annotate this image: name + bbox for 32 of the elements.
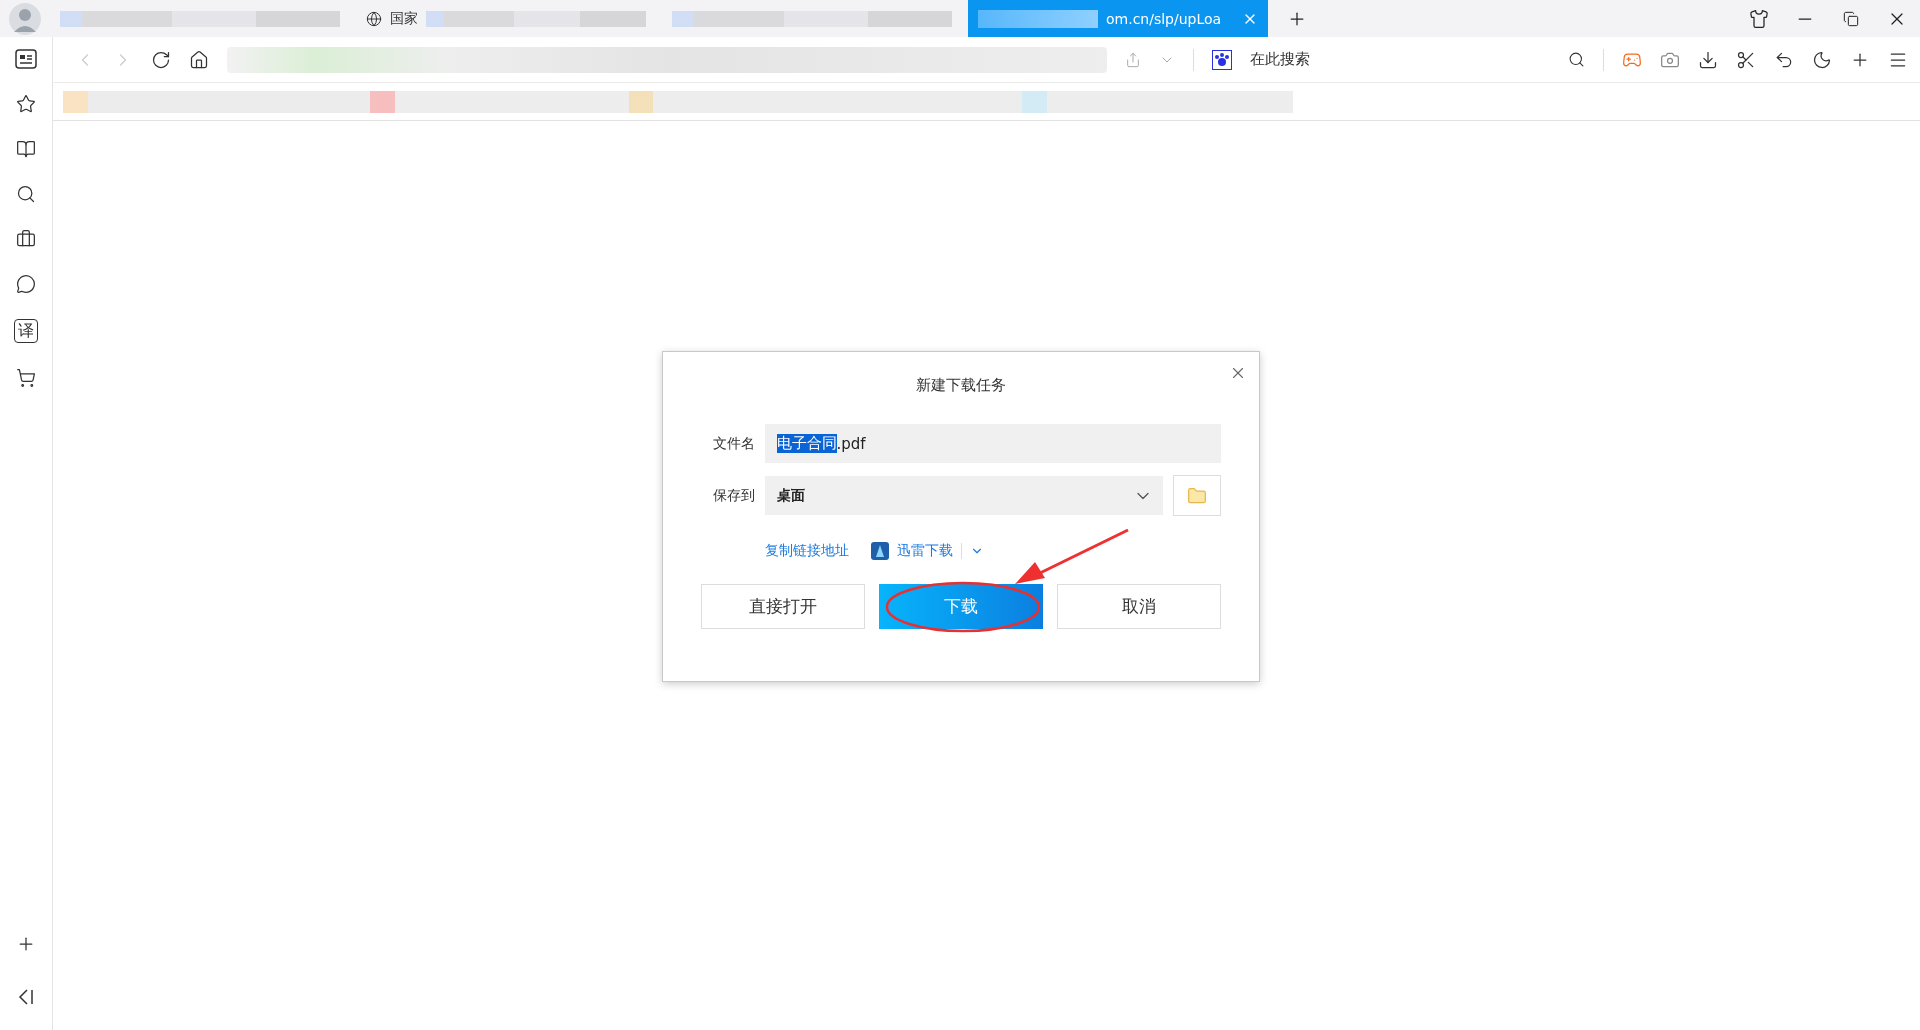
moon-icon[interactable]	[1812, 49, 1832, 70]
folder-icon	[1186, 485, 1207, 506]
location-select[interactable]: 桌面	[764, 476, 1163, 515]
shirt-icon[interactable]	[1749, 8, 1769, 29]
dialog-title: 新建下载任务	[914, 376, 1007, 396]
star-icon[interactable]	[16, 94, 36, 114]
collapse-icon[interactable]	[18, 988, 34, 1006]
download-icon[interactable]	[1698, 49, 1718, 70]
cart-icon[interactable]	[16, 368, 36, 388]
xunlei-link[interactable]: 迅雷下载	[896, 542, 953, 560]
news-icon[interactable]	[15, 49, 37, 69]
search-icon[interactable]	[16, 184, 36, 204]
scissors-icon[interactable]	[1736, 49, 1756, 70]
dialog-button[interactable]: 直接打开	[700, 584, 865, 629]
briefcase-icon[interactable]	[16, 229, 36, 249]
restore-icon[interactable]	[1843, 10, 1859, 27]
chat-icon[interactable]	[16, 274, 36, 294]
search-placeholder[interactable]: 在此搜索	[1250, 50, 1550, 69]
translate-icon[interactable]: 译	[14, 319, 38, 343]
browser-tab[interactable]: 国家	[356, 0, 656, 37]
search-icon[interactable]	[1568, 51, 1585, 68]
book-icon[interactable]	[16, 139, 36, 159]
globe-icon	[366, 10, 382, 27]
paw-icon[interactable]	[1212, 49, 1232, 70]
copy-link[interactable]: 复制链接地址	[764, 542, 849, 560]
home-icon[interactable]	[189, 49, 209, 70]
dialog-button[interactable]: 取消	[1056, 584, 1221, 629]
filename-field[interactable]: 电子合同.pdf	[764, 424, 1221, 463]
field-label: 保存到	[711, 486, 755, 505]
reload-icon[interactable]	[151, 49, 171, 70]
field-label: 文件名	[711, 434, 755, 453]
bird-icon	[870, 542, 889, 560]
